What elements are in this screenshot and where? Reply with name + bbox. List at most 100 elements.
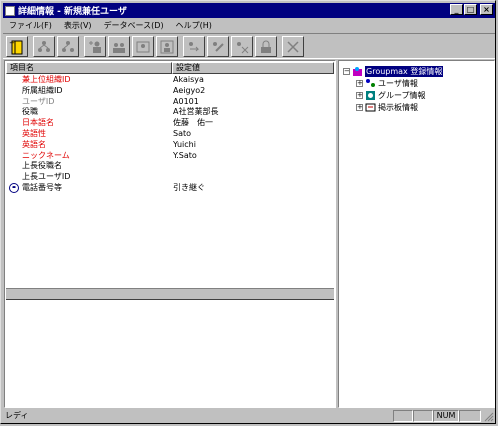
list-row[interactable]: 上長役職名 <box>6 161 334 172</box>
unlink-edit-button[interactable] <box>231 36 253 57</box>
tree-pane: − Groupmax 登録情報 + ユーザ情報 + グループ情報 + 掲示板情報 <box>338 60 495 408</box>
menu-file[interactable]: ファイル(F) <box>3 18 58 33</box>
status-panel-4 <box>459 410 481 422</box>
row-item-value: A社営業部長 <box>173 107 219 117</box>
add-user-icon <box>89 40 101 53</box>
list-header: 項目名 設定値 <box>6 62 334 74</box>
tree-root-label: Groupmax 登録情報 <box>365 65 444 77</box>
tree-node-users[interactable]: + ユーザ情報 <box>356 77 418 89</box>
tree-collapse-icon[interactable]: − <box>343 67 350 75</box>
resize-grip-icon[interactable] <box>484 412 494 422</box>
maximize-button[interactable]: □ <box>464 4 477 15</box>
column-header-name[interactable]: 項目名 <box>6 62 172 74</box>
lock-icon <box>261 40 271 53</box>
row-item-value: Yuichi <box>173 139 196 149</box>
row-item-value: Sato <box>173 128 192 138</box>
row-item-name: 日本語名 <box>22 118 54 128</box>
list-row[interactable]: ユーザID A0101 <box>6 97 334 108</box>
row-item-name: 役職 <box>22 107 38 117</box>
status-num-indicator: NUM <box>433 410 459 422</box>
list-row[interactable]: 上長ユーザID <box>6 172 334 183</box>
row-item-name: 英語性 <box>22 128 46 138</box>
row-item-name: 電話番号等 <box>22 182 62 192</box>
row-item-name: 所属組織ID <box>22 85 63 95</box>
list-row[interactable]: 日本語名 佐藤 佑一 <box>6 118 334 129</box>
tree-expand-icon[interactable]: + <box>356 91 363 99</box>
open-book-button[interactable]: + <box>6 36 28 57</box>
unlink-edit-icon <box>237 41 249 53</box>
list-row[interactable]: 英語性 Sato <box>6 129 334 140</box>
users-unlink-button[interactable] <box>57 36 79 57</box>
pane-splitter[interactable] <box>6 288 334 300</box>
person-frame-button[interactable] <box>156 36 178 57</box>
tree-node-label: グループ情報 <box>378 90 426 100</box>
list-row[interactable]: 役職 A社営業部長 <box>6 107 334 118</box>
row-item-name: 兼上位組織ID <box>22 75 71 84</box>
tree-root[interactable]: − Groupmax 登録情報 <box>343 65 444 77</box>
list-row[interactable]: ニックネーム Y.Sato <box>6 151 334 162</box>
board-icon <box>365 103 376 111</box>
menu-database[interactable]: データベース(D) <box>98 18 170 33</box>
move-link-icon <box>189 41 200 51</box>
add-user-button[interactable] <box>84 36 106 57</box>
link-edit-button[interactable] <box>207 36 229 57</box>
users-icon <box>366 78 375 87</box>
tree-expand-icon[interactable]: + <box>356 79 363 87</box>
list-row[interactable]: 英語名 Yuichi <box>6 140 334 151</box>
tree-node-boards[interactable]: + 掲示板情報 <box>356 101 418 113</box>
toolbar: + <box>3 33 495 59</box>
link-edit-icon <box>213 41 224 52</box>
user-group-icon <box>113 42 125 53</box>
description-area <box>6 301 334 406</box>
svg-text:+: + <box>9 39 15 47</box>
groupmax-icon <box>353 66 362 76</box>
list-row[interactable]: 兼上位組織ID Akaisya <box>6 75 334 86</box>
user-group-button[interactable] <box>108 36 130 57</box>
close-button[interactable]: × <box>480 4 493 15</box>
row-item-value: 佐藤 佑一 <box>173 118 213 128</box>
tree-node-label: ユーザ情報 <box>378 78 418 88</box>
group-icon <box>366 90 375 100</box>
tree-expand-icon[interactable]: + <box>356 103 363 111</box>
open-book-icon: + <box>9 39 23 54</box>
row-item-value: 引き継ぐ <box>173 182 205 192</box>
list-row[interactable]: 電話番号等 引き継ぐ <box>6 182 334 194</box>
users-link-button[interactable] <box>33 36 55 57</box>
window-title: 詳細情報 - 新規兼任ユーザ <box>18 7 127 17</box>
tree-node-groups[interactable]: + グループ情報 <box>356 89 426 101</box>
user-card-button[interactable] <box>132 36 154 57</box>
column-header-value[interactable]: 設定値 <box>172 62 334 74</box>
status-panel-2 <box>413 410 433 422</box>
detail-list-pane: 項目名 設定値 兼上位組織ID Akaisya 所属組織ID Aeigyo2 ユーザID… <box>4 60 336 408</box>
status-bar: レディ NUM <box>3 409 495 423</box>
row-item-name: 英語名 <box>22 139 46 149</box>
row-item-value: Akaisya <box>173 75 204 84</box>
delete-icon <box>287 40 299 53</box>
menu-help[interactable]: ヘルプ(H) <box>170 18 218 33</box>
users-unlink-icon <box>62 40 74 52</box>
list-row[interactable]: 所属組織ID Aeigyo2 <box>6 86 334 97</box>
row-item-name: ユーザID <box>22 96 55 106</box>
app-icon <box>5 5 15 16</box>
phone-icon <box>9 182 19 193</box>
row-item-value: Y.Sato <box>173 150 197 160</box>
person-frame-icon <box>160 40 174 53</box>
status-panel-1 <box>393 410 413 422</box>
delete-button[interactable] <box>282 36 304 57</box>
lock-button[interactable] <box>255 36 277 57</box>
row-item-value <box>170 161 173 172</box>
row-item-name: ニックネーム <box>22 150 70 160</box>
user-card-icon <box>136 41 150 52</box>
move-link-button[interactable] <box>183 36 205 57</box>
menu-bar: ファイル(F) 表示(V) データベース(D) ヘルプ(H) <box>3 18 495 33</box>
row-item-value: Aeigyo2 <box>173 85 206 95</box>
detail-rows: 兼上位組織ID Akaisya 所属組織ID Aeigyo2 ユーザID A0101 役職 A… <box>6 75 334 194</box>
menu-view[interactable]: 表示(V) <box>58 18 98 33</box>
title-bar: 詳細情報 - 新規兼任ユーザ _ □ × <box>3 3 495 18</box>
row-item-name: 上長役職名 <box>22 161 62 171</box>
minimize-button[interactable]: _ <box>450 4 463 15</box>
row-item-name: 上長ユーザID <box>22 172 71 182</box>
tree-node-label: 掲示板情報 <box>378 102 418 112</box>
row-item-value <box>170 172 173 183</box>
row-item-value: A0101 <box>173 96 199 106</box>
